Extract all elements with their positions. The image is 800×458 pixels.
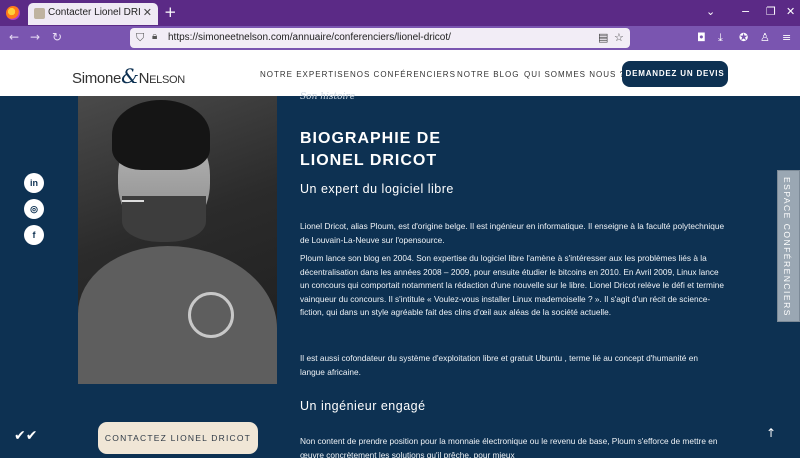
site-header: Simone&Nelson NOTRE EXPERTISE NOS CONFÉR… xyxy=(0,50,800,96)
reader-icon[interactable]: ▤ xyxy=(598,31,608,44)
minimize-icon[interactable]: − xyxy=(741,5,750,18)
reload-icon[interactable]: ↻ xyxy=(52,30,62,44)
bio-paragraph-4: Non content de prendre position pour la … xyxy=(300,436,718,458)
subtitle-expert: Un expert du logiciel libre xyxy=(300,182,454,196)
contact-speaker-button[interactable]: CONTACTEZ LIONEL DRICOT xyxy=(98,422,258,454)
browser-tab-strip: Contacter Lionel DRICOT ✕ + ⌄ − ❐ ✕ xyxy=(0,0,800,26)
bio-paragraph-3: Il est aussi cofondateur du système d'ex… xyxy=(300,353,698,377)
menu-icon[interactable]: ≡ xyxy=(782,31,791,44)
nav-nos-conferenciers[interactable]: NOS CONFÉRENCIERS xyxy=(350,70,456,79)
nav-qui-sommes-nous[interactable]: QUI SOMMES NOUS ? xyxy=(524,70,625,79)
firefox-icon[interactable] xyxy=(6,6,20,20)
site-logo[interactable]: Simone&Nelson xyxy=(72,64,185,88)
pocket-icon[interactable]: ◘ xyxy=(697,31,706,44)
facebook-icon[interactable]: f xyxy=(24,225,44,245)
page-title: BIOGRAPHIE DE LIONEL DRICOT xyxy=(300,128,441,172)
section-tag: Son histoire xyxy=(300,92,356,102)
title-line-1: BIOGRAPHIE DE xyxy=(300,130,442,147)
double-check-icon[interactable]: ✔✔ xyxy=(14,428,37,444)
extension2-icon[interactable]: ♙ xyxy=(760,31,770,44)
nav-notre-blog[interactable]: NOTRE BLOG xyxy=(457,70,519,79)
browser-tab[interactable]: Contacter Lionel DRICOT ✕ xyxy=(28,3,158,25)
logo-ampersand: & xyxy=(121,64,139,88)
instagram-icon[interactable]: ◎ xyxy=(24,199,44,219)
tab-title: Contacter Lionel DRICOT xyxy=(48,7,140,18)
tab-close-icon[interactable]: ✕ xyxy=(143,6,152,19)
scroll-top-arrow-icon[interactable]: ↑ xyxy=(766,426,776,440)
url-text[interactable]: https://simoneetnelson.com/annuaire/conf… xyxy=(168,32,451,43)
logo-text-right: Nelson xyxy=(138,70,186,87)
extension-icon[interactable]: ✪ xyxy=(739,31,748,44)
maximize-icon[interactable]: ❐ xyxy=(766,5,776,18)
new-tab-button[interactable]: + xyxy=(164,3,177,21)
back-icon[interactable]: ← xyxy=(9,30,19,44)
lock-icon[interactable]: 🔒︎ xyxy=(152,31,157,42)
browser-navbar: ← → ↻ ⛉ 🔒︎ https://simoneetnelson.com/an… xyxy=(0,26,800,50)
logo-text-left: Simone xyxy=(72,70,122,87)
forward-icon[interactable]: → xyxy=(30,30,40,44)
bio-paragraph-2: Ploum lance son blog en 2004. Son expert… xyxy=(300,253,725,317)
side-tab-label: ESPACE CONFÉRENCIERS xyxy=(782,177,792,317)
url-bar[interactable]: ⛉ 🔒︎ https://simoneetnelson.com/annuaire… xyxy=(130,28,630,48)
bookmark-star-icon[interactable]: ☆ xyxy=(614,31,624,44)
subtitle-engage: Un ingénieur engagé xyxy=(300,399,426,413)
chevron-down-icon[interactable]: ⌄ xyxy=(706,5,715,18)
title-line-2: LIONEL DRICOT xyxy=(300,152,438,169)
nav-notre-expertise[interactable]: NOTRE EXPERTISE xyxy=(260,70,350,79)
demandez-devis-button[interactable]: DEMANDEZ UN DEVIS xyxy=(622,61,728,87)
linkedin-icon[interactable]: in xyxy=(24,173,44,193)
bio-paragraph-1: Lionel Dricot, alias Ploum, est d'origin… xyxy=(300,221,725,245)
speaker-photo xyxy=(78,96,277,384)
close-window-icon[interactable]: ✕ xyxy=(786,5,795,18)
espace-conferenciers-tab[interactable]: ESPACE CONFÉRENCIERS xyxy=(777,170,800,322)
download-icon[interactable]: ⤓ xyxy=(718,31,723,45)
shield-icon[interactable]: ⛉ xyxy=(136,31,144,45)
favicon-icon xyxy=(34,8,45,19)
